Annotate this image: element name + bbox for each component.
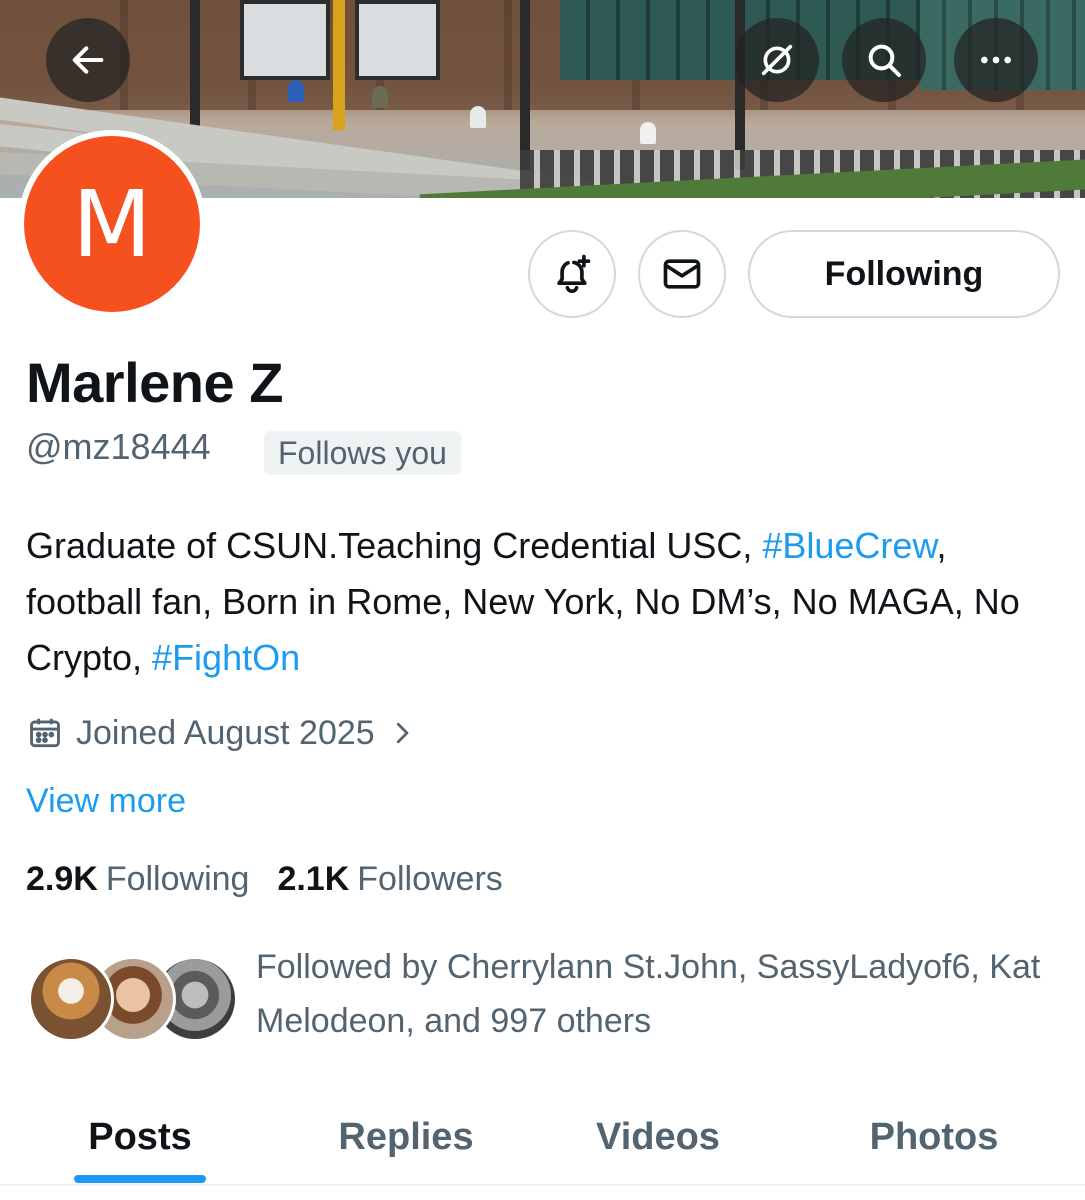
banner-person	[470, 106, 486, 128]
tabs-divider	[0, 1184, 1085, 1186]
hashtag-fighton-link[interactable]: #FightOn	[152, 637, 300, 678]
calendar-icon	[30, 718, 60, 748]
grok-icon	[761, 44, 793, 76]
avatar-ring[interactable]: M	[18, 130, 206, 318]
bell-plus-icon	[557, 254, 591, 293]
back-button[interactable]	[46, 18, 130, 102]
mutual-avatar[interactable]	[28, 956, 114, 1042]
banner-window	[355, 0, 440, 80]
joined-date: Joined August 2025	[76, 713, 375, 752]
joined-date-row[interactable]: Joined August 2025	[26, 710, 417, 756]
avatar: M	[24, 136, 200, 312]
user-handle: @mz18444	[26, 426, 211, 467]
message-button[interactable]	[638, 230, 726, 318]
banner-person	[288, 80, 304, 102]
notifications-button[interactable]	[528, 230, 616, 318]
display-name: Marlene Z	[26, 351, 283, 414]
tab-replies[interactable]: Replies	[320, 1090, 492, 1184]
tab-posts[interactable]: Posts	[60, 1090, 220, 1184]
view-more-link[interactable]: View more	[26, 782, 186, 821]
following-stat[interactable]: 2.9K Following	[26, 860, 249, 899]
banner-pole	[333, 0, 345, 130]
banner-person	[372, 86, 388, 108]
bio-text: Graduate of CSUN.Teaching Credential USC…	[26, 525, 763, 566]
hashtag-bluecrew-link[interactable]: #BlueCrew	[762, 525, 936, 566]
profile-tabs: Posts Replies Videos Photos	[0, 1090, 1085, 1184]
following-button[interactable]: Following	[748, 230, 1060, 318]
active-tab-indicator	[74, 1175, 206, 1183]
banner-person	[640, 122, 656, 144]
search-button[interactable]	[842, 18, 926, 102]
followers-count: 2.1K	[277, 860, 350, 898]
grok-button[interactable]	[735, 18, 819, 102]
following-count: 2.9K	[26, 860, 98, 898]
followed-by-text[interactable]: Followed by Cherrylann St.John, SassyLad…	[256, 940, 1066, 1048]
envelope-icon	[663, 259, 701, 289]
follow-stats: 2.9K Following 2.1K Followers	[26, 860, 503, 899]
tab-photos[interactable]: Photos	[852, 1090, 1016, 1184]
tab-videos[interactable]: Videos	[576, 1090, 740, 1184]
more-horizontal-icon	[981, 56, 1011, 64]
following-label: Following	[105, 860, 250, 898]
arrow-left-icon	[72, 46, 104, 74]
follows-you-badge: Follows you	[264, 431, 461, 475]
banner-window	[240, 0, 330, 80]
followers-label: Followers	[357, 860, 503, 898]
search-icon	[868, 44, 901, 77]
followers-stat[interactable]: 2.1K Followers	[277, 860, 502, 899]
more-button[interactable]	[954, 18, 1038, 102]
chevron-right-icon	[396, 722, 409, 744]
banner-beam	[520, 0, 530, 170]
profile-bio: Graduate of CSUN.Teaching Credential USC…	[26, 518, 1056, 686]
